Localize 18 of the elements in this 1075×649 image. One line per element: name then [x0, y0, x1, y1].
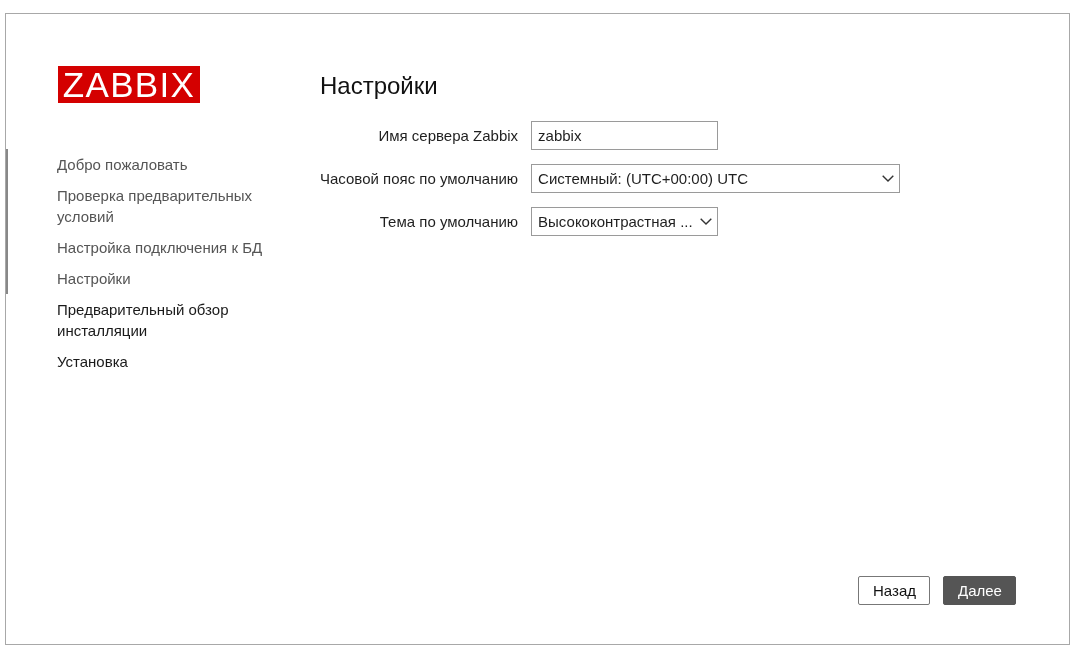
chevron-down-icon [700, 218, 713, 225]
step-item: Установка [56, 352, 129, 372]
back-button[interactable]: Назад [858, 576, 930, 605]
field-label: Тема по умолчанию [378, 213, 519, 230]
field-label: Часовой пояс по умолчанию [320, 170, 519, 187]
logo: ZABBIX [58, 66, 200, 103]
step-item: Проверка предварительных условий [6, 180, 273, 232]
field-label: Имя сервера Zabbix [377, 127, 519, 144]
page-title: Настройки [320, 72, 438, 100]
step-item: Добро пожаловать [6, 149, 273, 180]
dropdown[interactable]: Высококонтрастная ... [531, 207, 719, 236]
step-item: Настройки [6, 263, 273, 294]
step-item: Предварительный обзор инсталляции [56, 300, 230, 341]
next-button[interactable]: Далее [943, 576, 1016, 605]
dropdown[interactable]: Системный: (UTC+00:00) UTC [531, 164, 901, 193]
text-input[interactable]: zabbix [531, 121, 719, 150]
step-item: Настройка подключения к БД [6, 232, 273, 263]
chevron-down-icon [882, 175, 895, 182]
